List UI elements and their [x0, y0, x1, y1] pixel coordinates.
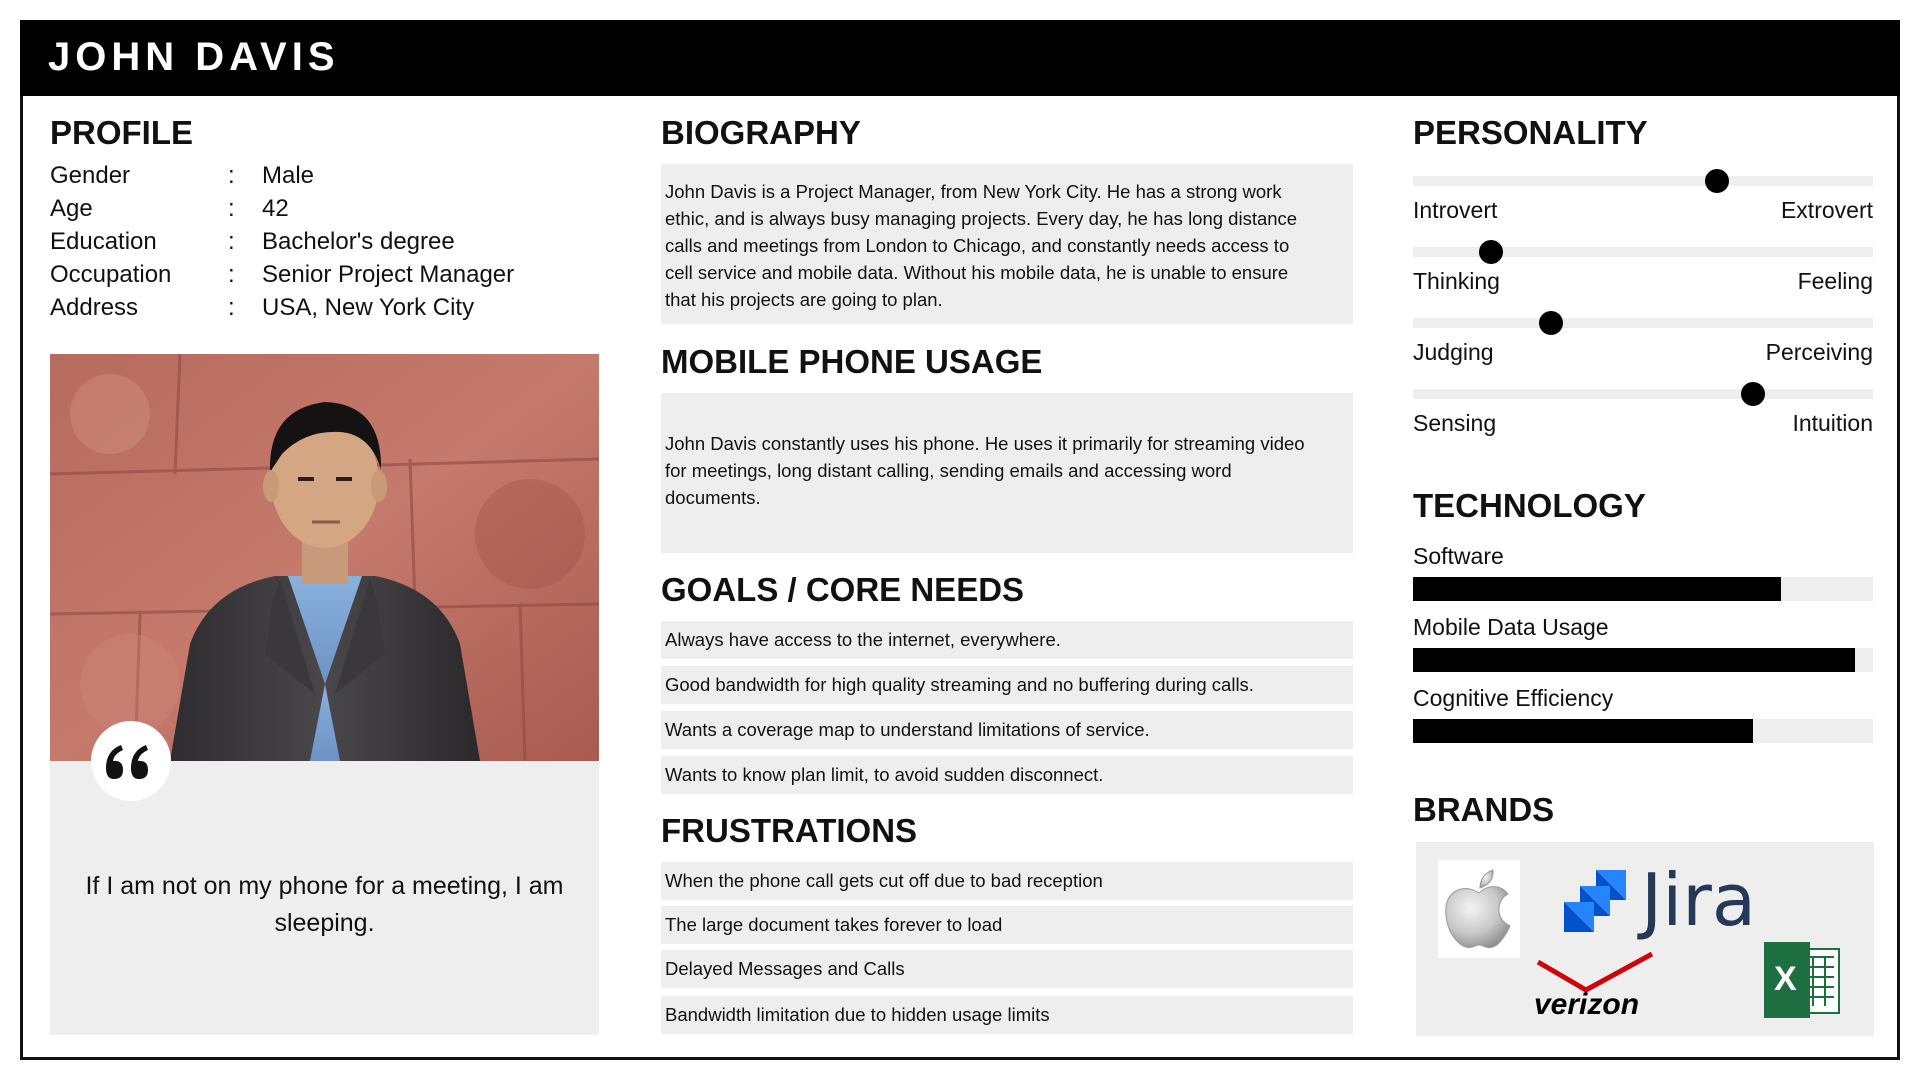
profile-separator: : [228, 261, 235, 288]
personality-marker [1539, 311, 1563, 335]
technology-title: TECHNOLOGY [1413, 487, 1646, 524]
profile-label: Occupation [50, 261, 172, 288]
profile-separator: : [228, 162, 235, 189]
tech-bar-fill [1413, 719, 1754, 743]
tech-label: Cognitive Efficiency [1413, 685, 1614, 711]
persona-name: JOHN DAVIS [48, 35, 340, 79]
apple-logo [1438, 860, 1520, 958]
biography-text: John Davis is a Project Manager, from Ne… [661, 164, 1353, 313]
frustrations-title: FRUSTRATIONS [661, 812, 918, 849]
trait-left-label: Thinking [1413, 268, 1500, 294]
profile-label: Age [50, 195, 93, 222]
trait-left-label: Introvert [1413, 197, 1498, 223]
frustration-item: The large document takes forever to load [661, 906, 1353, 944]
verizon-logo: verizon [1534, 952, 1664, 1026]
goal-item: Good bandwidth for high quality streamin… [661, 666, 1353, 704]
brands-title: BRANDS [1413, 791, 1555, 828]
biography-line: ethic, and is always busy managing proje… [665, 208, 1298, 229]
personality-slider-thinking-feeling [1413, 240, 1873, 264]
tech-label: Software [1413, 543, 1504, 569]
verizon-wordmark: verizon [1534, 988, 1640, 1021]
biography-line: cell service and mobile data. Without hi… [665, 262, 1289, 283]
jira-wordmark: Jira [1641, 858, 1756, 942]
tech-bar-fill [1413, 648, 1855, 672]
profile-label: Gender [50, 162, 131, 189]
jira-logo: Jira [1556, 858, 1766, 942]
personality-marker [1704, 169, 1729, 193]
mobile-usage-line: documents. [665, 487, 761, 508]
trait-left-label: Sensing [1413, 410, 1497, 436]
trait-right-label: Intuition [1792, 410, 1873, 436]
profile-separator: : [228, 228, 235, 255]
personality-title: PERSONALITY [1413, 114, 1648, 151]
profile-value: Male [262, 162, 315, 189]
frustration-item: When the phone call gets cut off due to … [661, 862, 1353, 900]
goal-item: Wants to know plan limit, to avoid sudde… [661, 756, 1353, 794]
tech-bar-cognitive [1413, 719, 1873, 743]
profile-value: USA, New York City [262, 294, 475, 321]
biography-panel: John Davis is a Project Manager, from Ne… [661, 164, 1353, 324]
excel-logo: X [1764, 942, 1842, 1018]
goal-item: Always have access to the internet, ever… [661, 621, 1353, 659]
goals-title: GOALS / CORE NEEDS [661, 571, 1025, 608]
profile-value: 42 [262, 195, 289, 222]
mobile-usage-line: for meetings, long distant calling, send… [665, 460, 1232, 481]
trait-right-label: Feeling [1797, 268, 1873, 294]
profile-value: Senior Project Manager [262, 261, 515, 288]
biography-line: John Davis is a Project Manager, from Ne… [665, 181, 1282, 202]
mobile-usage-line: John Davis constantly uses his phone. He… [665, 433, 1305, 454]
trait-left-label: Judging [1413, 339, 1494, 365]
biography-line: that his projects are going to plan. [665, 289, 943, 310]
tech-bar-software [1413, 577, 1873, 601]
personality-slider-introvert-extrovert [1413, 169, 1873, 193]
profile-label: Education [50, 228, 157, 255]
personality-slider-sensing-intuition [1413, 382, 1873, 406]
profile-title: PROFILE [50, 114, 194, 151]
tech-label: Mobile Data Usage [1413, 614, 1609, 640]
profile-value: Bachelor's degree [262, 228, 455, 255]
trait-right-label: Extrovert [1780, 197, 1873, 223]
mobile-usage-text: John Davis constantly uses his phone. He… [661, 393, 1353, 511]
profile-label: Address [50, 294, 139, 321]
tech-bar-fill [1413, 577, 1781, 601]
excel-letter: X [1774, 960, 1797, 998]
biography-line: calls and meetings from London to Chicag… [665, 235, 1290, 256]
goal-item: Wants a coverage map to understand limit… [661, 711, 1353, 749]
frustration-item: Bandwidth limitation due to hidden usage… [661, 996, 1353, 1034]
personality-marker [1479, 240, 1504, 264]
header-bar: JOHN DAVIS [20, 20, 1900, 96]
persona-quote: If I am not on my phone for a meeting, I… [85, 872, 564, 937]
frustration-item: Delayed Messages and Calls [661, 950, 1353, 988]
tech-bar-mobile-data [1413, 648, 1873, 672]
biography-title: BIOGRAPHY [661, 114, 861, 151]
profile-separator: : [228, 294, 235, 321]
mobile-usage-panel: John Davis constantly uses his phone. He… [661, 393, 1353, 553]
quote-icon [91, 721, 171, 801]
profile-separator: : [228, 195, 235, 222]
personality-slider-judging-perceiving [1413, 311, 1873, 335]
trait-right-label: Perceiving [1765, 339, 1873, 365]
persona-photo [50, 354, 599, 761]
brands-panel: Jira verizon X [1416, 842, 1874, 1036]
mobile-usage-title: MOBILE PHONE USAGE [661, 343, 1043, 380]
